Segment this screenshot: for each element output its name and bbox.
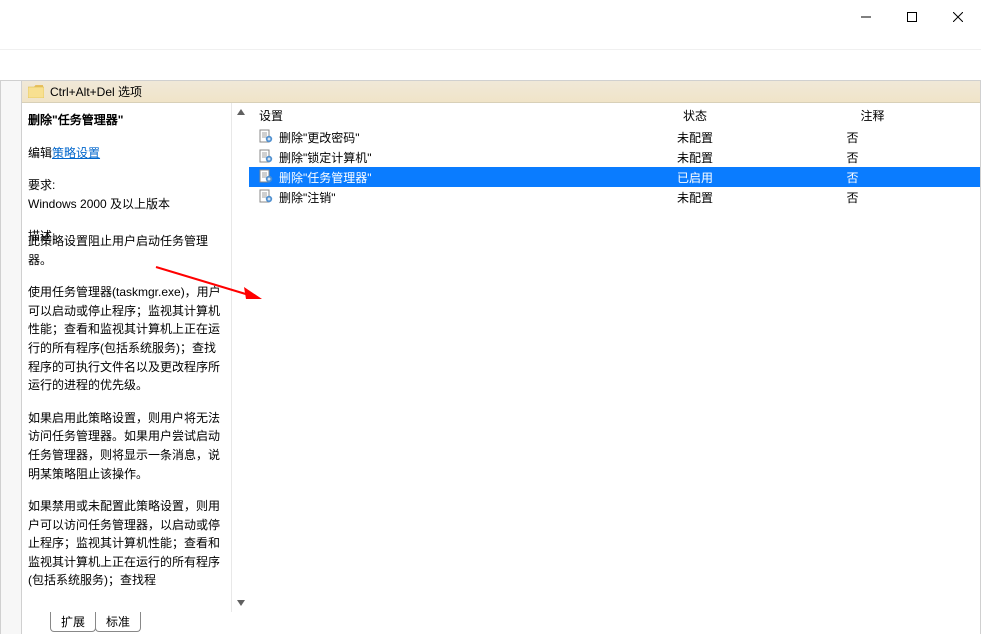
panel-body: 删除"任务管理器" 编辑策略设置 要求: Windows 2000 及以上版本 …	[22, 103, 980, 612]
row-comment: 否	[765, 149, 980, 166]
edit-prefix: 编辑	[28, 146, 52, 160]
list-row[interactable]: 删除"注销" 未配置否	[249, 187, 980, 207]
column-header-setting[interactable]: 设置	[255, 107, 625, 124]
list-row[interactable]: 删除"锁定计算机" 未配置否	[249, 147, 980, 167]
policy-icon	[259, 129, 273, 146]
policy-list-pane: 设置 状态 注释 删除"更改密码"未配置否删除"锁定计算机"未配置否删除"任务管…	[249, 103, 980, 612]
row-state: 未配置	[625, 189, 765, 206]
edit-policy-link[interactable]: 策略设置	[52, 146, 100, 160]
row-name: 删除"更改密码"	[279, 129, 360, 146]
row-comment: 否	[765, 129, 980, 146]
description-pane: 删除"任务管理器" 编辑策略设置 要求: Windows 2000 及以上版本 …	[22, 103, 232, 612]
row-comment: 否	[765, 169, 980, 186]
content-area: Ctrl+Alt+Del 选项 删除"任务管理器" 编辑策略设置 要求: Win…	[0, 80, 981, 634]
description-text: 此策略设置阻止用户启动任务管理器。	[28, 232, 225, 269]
column-header-comment[interactable]: 注释	[765, 107, 980, 124]
titlebar	[0, 0, 981, 30]
policy-icon	[259, 189, 273, 206]
requirements-label: 要求:	[28, 176, 225, 195]
row-state: 未配置	[625, 129, 765, 146]
row-state: 未配置	[625, 149, 765, 166]
list-header: 设置 状态 注释	[249, 103, 980, 127]
tree-collapsed-strip[interactable]	[0, 81, 22, 634]
scroll-down-icon[interactable]	[236, 598, 246, 608]
view-tabs: 扩展 标准	[22, 612, 980, 634]
row-name: 删除"注销"	[279, 189, 336, 206]
maximize-button[interactable]	[889, 4, 935, 30]
row-state: 已启用	[625, 169, 765, 186]
description-scrollbar[interactable]	[232, 103, 249, 612]
scroll-up-icon[interactable]	[236, 107, 246, 117]
policy-icon	[259, 149, 273, 166]
tab-extended[interactable]: 扩展	[50, 612, 96, 632]
panel-header: Ctrl+Alt+Del 选项	[22, 81, 980, 103]
policy-title: 删除"任务管理器"	[28, 111, 225, 130]
window: Ctrl+Alt+Del 选项 删除"任务管理器" 编辑策略设置 要求: Win…	[0, 0, 981, 634]
description-p3: 如果禁用或未配置此策略设置，则用户可以访问任务管理器，以启动或停止程序；监视其计…	[28, 497, 225, 590]
edit-policy-line: 编辑策略设置	[28, 144, 225, 163]
policy-icon	[259, 169, 273, 186]
description-p2: 如果启用此策略设置，则用户将无法访问任务管理器。如果用户尝试启动任务管理器，则将…	[28, 409, 225, 483]
list-row[interactable]: 删除"更改密码" 未配置否	[249, 127, 980, 147]
tab-standard[interactable]: 标准	[95, 612, 141, 632]
row-comment: 否	[765, 189, 980, 206]
panel-title: Ctrl+Alt+Del 选项	[50, 83, 142, 100]
folder-icon	[28, 85, 44, 98]
menubar	[0, 30, 981, 50]
description-p1: 使用任务管理器(taskmgr.exe)，用户可以启动或停止程序；监视其计算机性…	[28, 283, 225, 395]
close-button[interactable]	[935, 4, 981, 30]
column-header-state[interactable]: 状态	[625, 107, 765, 124]
toolbar	[0, 50, 981, 80]
minimize-button[interactable]	[843, 4, 889, 30]
row-name: 删除"锁定计算机"	[279, 149, 372, 166]
main-panel: Ctrl+Alt+Del 选项 删除"任务管理器" 编辑策略设置 要求: Win…	[22, 81, 981, 634]
requirements-value: Windows 2000 及以上版本	[28, 195, 225, 214]
list-rows: 删除"更改密码"未配置否删除"锁定计算机"未配置否删除"任务管理器"已启用否删除…	[249, 127, 980, 207]
list-row[interactable]: 删除"任务管理器" 已启用否	[249, 167, 980, 187]
row-name: 删除"任务管理器"	[279, 169, 372, 186]
